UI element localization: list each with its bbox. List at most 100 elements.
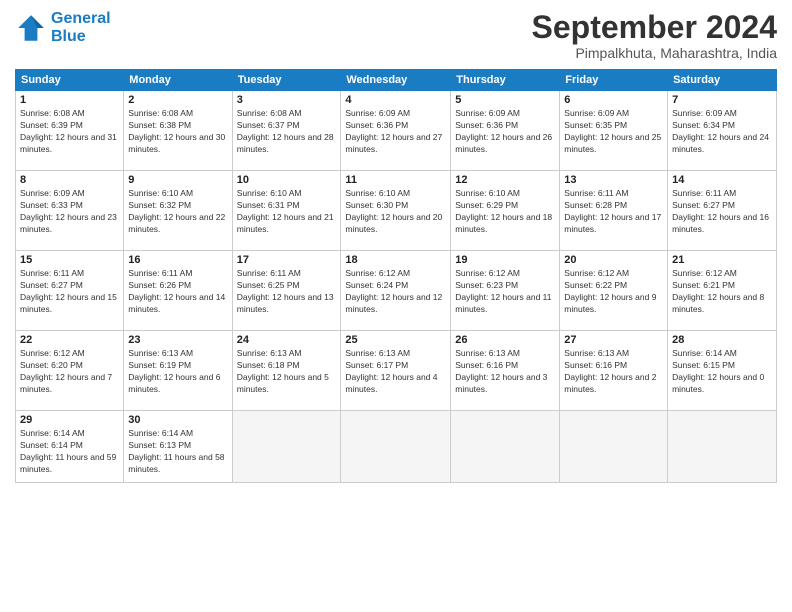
calendar-cell: 12 Sunrise: 6:10 AM Sunset: 6:29 PM Dayl… [451, 171, 560, 251]
sunrise-label: Sunrise: 6:09 AM [345, 108, 410, 118]
calendar-cell [451, 411, 560, 483]
day-number: 27 [564, 334, 663, 346]
sunset-label: Sunset: 6:27 PM [672, 200, 735, 210]
day-number: 30 [128, 414, 227, 426]
daylight-label: Daylight: 12 hours and 12 minutes. [345, 292, 442, 314]
sunrise-label: Sunrise: 6:09 AM [564, 108, 629, 118]
daylight-label: Daylight: 12 hours and 11 minutes. [455, 292, 551, 314]
sunset-label: Sunset: 6:31 PM [237, 200, 300, 210]
day-number: 14 [672, 174, 772, 186]
daylight-label: Daylight: 12 hours and 22 minutes. [128, 212, 225, 234]
day-info: Sunrise: 6:08 AM Sunset: 6:39 PM Dayligh… [20, 108, 119, 156]
calendar-week-row: 15 Sunrise: 6:11 AM Sunset: 6:27 PM Dayl… [16, 251, 777, 331]
day-number: 21 [672, 254, 772, 266]
sunset-label: Sunset: 6:36 PM [345, 120, 408, 130]
day-number: 9 [128, 174, 227, 186]
calendar-week-row: 29 Sunrise: 6:14 AM Sunset: 6:14 PM Dayl… [16, 411, 777, 483]
day-number: 8 [20, 174, 119, 186]
day-number: 26 [455, 334, 555, 346]
sunrise-label: Sunrise: 6:12 AM [20, 348, 85, 358]
sunset-label: Sunset: 6:17 PM [345, 360, 408, 370]
day-number: 2 [128, 94, 227, 106]
day-info: Sunrise: 6:11 AM Sunset: 6:27 PM Dayligh… [20, 268, 119, 316]
sunset-label: Sunset: 6:14 PM [20, 440, 83, 450]
day-number: 28 [672, 334, 772, 346]
daylight-label: Daylight: 12 hours and 15 minutes. [20, 292, 117, 314]
calendar-cell [232, 411, 341, 483]
daylight-label: Daylight: 12 hours and 24 minutes. [672, 132, 769, 154]
daylight-label: Daylight: 12 hours and 18 minutes. [455, 212, 552, 234]
day-number: 11 [345, 174, 446, 186]
calendar-header-row: Sunday Monday Tuesday Wednesday Thursday… [16, 70, 777, 91]
day-info: Sunrise: 6:12 AM Sunset: 6:21 PM Dayligh… [672, 268, 772, 316]
calendar-cell: 25 Sunrise: 6:13 AM Sunset: 6:17 PM Dayl… [341, 331, 451, 411]
sunrise-label: Sunrise: 6:13 AM [455, 348, 520, 358]
sunset-label: Sunset: 6:33 PM [20, 200, 83, 210]
daylight-label: Daylight: 12 hours and 26 minutes. [455, 132, 552, 154]
day-info: Sunrise: 6:14 AM Sunset: 6:15 PM Dayligh… [672, 348, 772, 396]
day-info: Sunrise: 6:11 AM Sunset: 6:28 PM Dayligh… [564, 188, 663, 236]
daylight-label: Daylight: 11 hours and 58 minutes. [128, 452, 224, 474]
day-info: Sunrise: 6:13 AM Sunset: 6:16 PM Dayligh… [564, 348, 663, 396]
day-info: Sunrise: 6:12 AM Sunset: 6:23 PM Dayligh… [455, 268, 555, 316]
day-number: 6 [564, 94, 663, 106]
calendar-cell: 17 Sunrise: 6:11 AM Sunset: 6:25 PM Dayl… [232, 251, 341, 331]
sunset-label: Sunset: 6:25 PM [237, 280, 300, 290]
sunset-label: Sunset: 6:19 PM [128, 360, 191, 370]
calendar-cell [341, 411, 451, 483]
day-number: 18 [345, 254, 446, 266]
day-info: Sunrise: 6:10 AM Sunset: 6:30 PM Dayligh… [345, 188, 446, 236]
sunrise-label: Sunrise: 6:08 AM [128, 108, 193, 118]
day-info: Sunrise: 6:09 AM Sunset: 6:33 PM Dayligh… [20, 188, 119, 236]
col-thursday: Thursday [451, 70, 560, 91]
sunrise-label: Sunrise: 6:12 AM [455, 268, 520, 278]
sunrise-label: Sunrise: 6:13 AM [128, 348, 193, 358]
calendar-cell: 5 Sunrise: 6:09 AM Sunset: 6:36 PM Dayli… [451, 91, 560, 171]
day-number: 20 [564, 254, 663, 266]
daylight-label: Daylight: 12 hours and 16 minutes. [672, 212, 769, 234]
sunrise-label: Sunrise: 6:09 AM [455, 108, 520, 118]
daylight-label: Daylight: 12 hours and 6 minutes. [128, 372, 220, 394]
sunrise-label: Sunrise: 6:11 AM [564, 188, 628, 198]
day-number: 13 [564, 174, 663, 186]
day-info: Sunrise: 6:09 AM Sunset: 6:36 PM Dayligh… [345, 108, 446, 156]
sunrise-label: Sunrise: 6:12 AM [345, 268, 410, 278]
calendar-cell: 22 Sunrise: 6:12 AM Sunset: 6:20 PM Dayl… [16, 331, 124, 411]
logo-text: General Blue [51, 10, 111, 46]
calendar-cell: 26 Sunrise: 6:13 AM Sunset: 6:16 PM Dayl… [451, 331, 560, 411]
calendar-cell: 16 Sunrise: 6:11 AM Sunset: 6:26 PM Dayl… [124, 251, 232, 331]
daylight-label: Daylight: 12 hours and 21 minutes. [237, 212, 334, 234]
calendar-table: Sunday Monday Tuesday Wednesday Thursday… [15, 69, 777, 483]
sunrise-label: Sunrise: 6:14 AM [128, 428, 193, 438]
day-info: Sunrise: 6:13 AM Sunset: 6:16 PM Dayligh… [455, 348, 555, 396]
calendar-cell: 14 Sunrise: 6:11 AM Sunset: 6:27 PM Dayl… [668, 171, 777, 251]
day-number: 5 [455, 94, 555, 106]
calendar-cell: 7 Sunrise: 6:09 AM Sunset: 6:34 PM Dayli… [668, 91, 777, 171]
day-number: 10 [237, 174, 337, 186]
calendar-cell: 2 Sunrise: 6:08 AM Sunset: 6:38 PM Dayli… [124, 91, 232, 171]
sunset-label: Sunset: 6:35 PM [564, 120, 627, 130]
sunset-label: Sunset: 6:16 PM [455, 360, 518, 370]
calendar-cell: 19 Sunrise: 6:12 AM Sunset: 6:23 PM Dayl… [451, 251, 560, 331]
daylight-label: Daylight: 12 hours and 17 minutes. [564, 212, 661, 234]
day-info: Sunrise: 6:13 AM Sunset: 6:18 PM Dayligh… [237, 348, 337, 396]
daylight-label: Daylight: 12 hours and 3 minutes. [455, 372, 547, 394]
daylight-label: Daylight: 12 hours and 2 minutes. [564, 372, 656, 394]
sunrise-label: Sunrise: 6:10 AM [345, 188, 410, 198]
daylight-label: Daylight: 12 hours and 13 minutes. [237, 292, 334, 314]
sunrise-label: Sunrise: 6:11 AM [128, 268, 192, 278]
day-info: Sunrise: 6:10 AM Sunset: 6:32 PM Dayligh… [128, 188, 227, 236]
calendar-cell: 20 Sunrise: 6:12 AM Sunset: 6:22 PM Dayl… [560, 251, 668, 331]
sunset-label: Sunset: 6:29 PM [455, 200, 518, 210]
day-number: 29 [20, 414, 119, 426]
calendar-cell: 28 Sunrise: 6:14 AM Sunset: 6:15 PM Dayl… [668, 331, 777, 411]
header: General Blue September 2024 Pimpalkhuta,… [15, 10, 777, 61]
calendar-cell [668, 411, 777, 483]
col-saturday: Saturday [668, 70, 777, 91]
day-info: Sunrise: 6:09 AM Sunset: 6:35 PM Dayligh… [564, 108, 663, 156]
sunset-label: Sunset: 6:37 PM [237, 120, 300, 130]
calendar-cell: 29 Sunrise: 6:14 AM Sunset: 6:14 PM Dayl… [16, 411, 124, 483]
sunset-label: Sunset: 6:20 PM [20, 360, 83, 370]
day-number: 22 [20, 334, 119, 346]
calendar-cell: 13 Sunrise: 6:11 AM Sunset: 6:28 PM Dayl… [560, 171, 668, 251]
